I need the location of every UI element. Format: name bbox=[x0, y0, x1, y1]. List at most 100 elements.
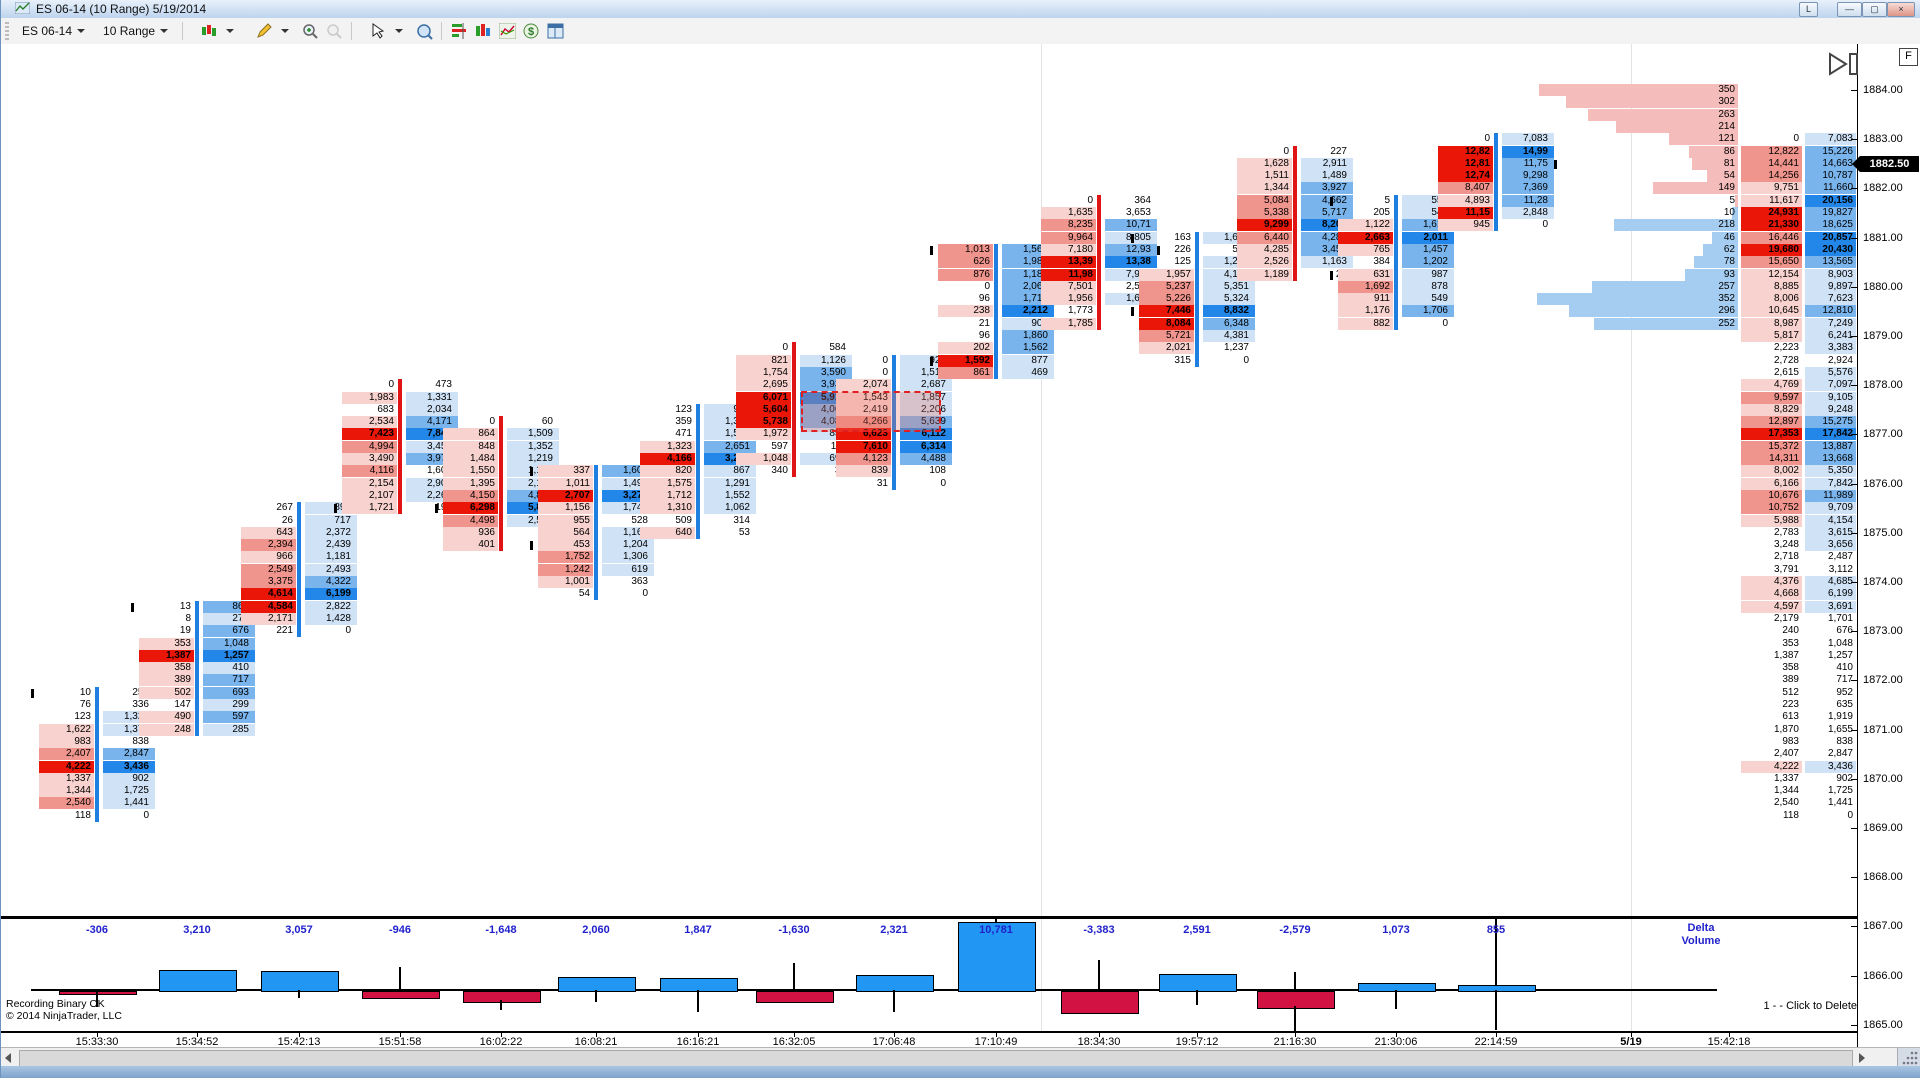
cursor-tool-button[interactable] bbox=[358, 19, 411, 43]
link-button[interactable]: L bbox=[1799, 2, 1818, 17]
chart-trader-icon[interactable] bbox=[473, 22, 493, 40]
minimize-button[interactable]: — bbox=[1837, 2, 1862, 17]
profile-value: 263 bbox=[1718, 108, 1735, 120]
ask-cell: 3,653 bbox=[1125, 207, 1151, 218]
price-tick bbox=[1851, 582, 1857, 583]
market-depth-icon[interactable] bbox=[449, 22, 469, 40]
zoom-in-icon[interactable] bbox=[300, 22, 320, 40]
chevron-down-icon bbox=[226, 29, 235, 33]
bid-cell: 5,604 bbox=[736, 403, 791, 416]
properties-icon[interactable] bbox=[545, 22, 565, 40]
bid-cell: 1,387 bbox=[139, 649, 194, 662]
account-dollar-icon[interactable]: $ bbox=[521, 22, 541, 40]
volume-profile-bar bbox=[1735, 194, 1738, 207]
session-ask-cell: 14,663 bbox=[1805, 157, 1856, 170]
price-tick-label: 1876.00 bbox=[1863, 477, 1903, 490]
price-tick-label: 1877.00 bbox=[1863, 428, 1903, 441]
annotation-legend[interactable]: 1 - - Click to Delete bbox=[1657, 1000, 1857, 1012]
session-ask-cell: 7,842 bbox=[1805, 477, 1856, 490]
horizontal-scrollbar[interactable] bbox=[1, 1047, 1920, 1067]
bid-cell: 1,635 bbox=[1041, 207, 1096, 219]
maximize-button[interactable]: ▢ bbox=[1862, 2, 1887, 17]
scroll-left-icon[interactable] bbox=[5, 1053, 11, 1063]
bid-cell: 7,610 bbox=[836, 440, 891, 453]
session-ask-cell: 20,430 bbox=[1805, 243, 1856, 256]
bid-cell: 21 bbox=[978, 317, 990, 329]
delta-value: 2,591 bbox=[1183, 924, 1211, 936]
price-tick-label: 1867.00 bbox=[1863, 920, 1903, 933]
session-ask-cell: 9,248 bbox=[1805, 403, 1856, 416]
instrument-dropdown[interactable]: ES 06-14 bbox=[14, 21, 93, 41]
session-bid-cell: 4,668 bbox=[1741, 588, 1802, 601]
ask-cell: 597 bbox=[203, 711, 255, 724]
ask-cell: 2,848 bbox=[1502, 207, 1554, 219]
session-ask-cell: 2,847 bbox=[1827, 748, 1853, 760]
delta-wick bbox=[1294, 972, 1296, 990]
period-dropdown[interactable]: 10 Range bbox=[95, 21, 176, 41]
bid-cell: 5,338 bbox=[1237, 207, 1292, 219]
price-tick bbox=[1851, 237, 1857, 239]
bid-cell: 0 bbox=[489, 416, 495, 428]
data-box-icon[interactable] bbox=[414, 22, 434, 40]
ask-cell: 2,011 bbox=[1402, 231, 1454, 244]
bid-cell: 205 bbox=[1373, 207, 1390, 218]
bid-cell: 9,299 bbox=[1237, 219, 1292, 232]
bid-cell: 821 bbox=[736, 354, 791, 367]
chart-area[interactable]: 350 302 263 214 121 86 81 54 149 5 10 218 46 62 78 93 25… bbox=[1, 44, 1920, 1066]
price-tick bbox=[1851, 90, 1857, 91]
price-tick bbox=[1851, 926, 1857, 928]
go-to-last-bar-icon[interactable] bbox=[1827, 50, 1863, 83]
ask-cell: 0 bbox=[940, 477, 946, 489]
profile-value: 81 bbox=[1723, 157, 1735, 169]
bid-cell: 8,084 bbox=[1139, 317, 1194, 330]
price-tick-label: 1878.00 bbox=[1863, 379, 1903, 392]
close-button[interactable]: × bbox=[1887, 2, 1915, 17]
fixed-scale-button[interactable]: F bbox=[1899, 48, 1918, 66]
ask-cell: 619 bbox=[602, 563, 654, 576]
bid-cell: 19 bbox=[179, 625, 191, 637]
bid-cell: 12,82 bbox=[1438, 145, 1493, 158]
session-ask-cell: 9,105 bbox=[1805, 391, 1856, 404]
delta-wick bbox=[1495, 990, 1497, 1030]
bid-cell: 0 bbox=[882, 366, 888, 378]
session-bid-cell: 2,179 bbox=[1773, 612, 1799, 624]
bid-cell: 221 bbox=[276, 625, 293, 637]
price-tick bbox=[1851, 631, 1857, 633]
session-bid-cell: 1,870 bbox=[1773, 723, 1799, 735]
title-bar[interactable]: ES 06-14 (10 Range) 5/19/2014 L — ▢ × bbox=[1, 0, 1920, 19]
scroll-right-icon[interactable] bbox=[1859, 1053, 1865, 1063]
drawing-tools-button[interactable] bbox=[244, 19, 297, 43]
bid-cell: 2,107 bbox=[342, 489, 397, 502]
price-tick-label: 1874.00 bbox=[1863, 576, 1903, 588]
chart-style-button[interactable] bbox=[189, 19, 242, 43]
session-ask-cell: 4,154 bbox=[1805, 514, 1856, 527]
candle-line bbox=[499, 416, 503, 552]
price-tick bbox=[1851, 188, 1857, 190]
delta-bar bbox=[856, 975, 934, 992]
profile-value: 218 bbox=[1718, 219, 1735, 231]
bid-cell: 1,752 bbox=[538, 551, 593, 564]
ask-cell: 9,298 bbox=[1502, 170, 1554, 183]
toolbar-separator bbox=[182, 22, 184, 40]
open-close-tick bbox=[131, 602, 134, 612]
profile-value: 46 bbox=[1723, 231, 1735, 243]
ask-cell: 0 bbox=[1243, 354, 1249, 366]
scrollbar-thumb[interactable] bbox=[19, 1050, 1853, 1067]
toolbar-grip[interactable] bbox=[5, 22, 9, 40]
ask-cell: 2,911 bbox=[1301, 157, 1353, 170]
bid-cell: 2,534 bbox=[342, 416, 397, 429]
delta-bar bbox=[1159, 973, 1237, 992]
zoom-out-icon[interactable] bbox=[324, 22, 344, 40]
indicators-icon[interactable] bbox=[497, 22, 517, 40]
ask-cell: 1,352 bbox=[507, 440, 559, 453]
resize-grip[interactable] bbox=[1897, 1048, 1920, 1067]
bid-cell: 1,176 bbox=[1338, 305, 1393, 318]
price-tick-label: 1884.00 bbox=[1863, 84, 1903, 96]
annotation-rect[interactable] bbox=[801, 391, 941, 433]
bid-cell: 7,501 bbox=[1041, 280, 1096, 293]
session-ask-cell: 3,383 bbox=[1805, 342, 1856, 355]
ask-cell: 1,428 bbox=[305, 612, 357, 625]
session-bid-cell: 353 bbox=[1782, 637, 1799, 649]
delta-wick bbox=[595, 990, 597, 1002]
bid-cell: 1,785 bbox=[1041, 317, 1096, 330]
